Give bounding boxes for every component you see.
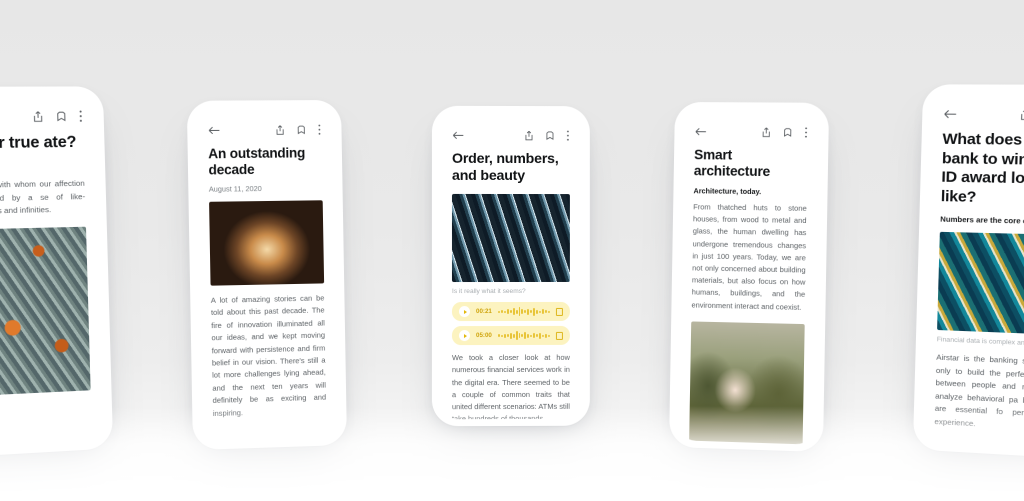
back-arrow-icon[interactable] [694,126,706,137]
bookmark-icon[interactable] [782,126,792,137]
article-byline: Team [0,159,84,170]
article-body: Airstar is the banking service not only … [934,352,1024,429]
more-vertical-icon[interactable] [317,123,321,135]
phone-mockup-stage: s your true ate? Team are those with who… [0,0,1024,501]
article-body: We took a closer look at how numerous fi… [451,352,570,420]
phone-5-toolbar [943,105,1024,124]
phone-mockup-5: What does the fir bank to win the ID awa… [912,84,1024,460]
phone-4-toolbar [694,122,808,141]
article-hero-image [0,226,91,397]
phone-5-screen: What does the fir bank to win the ID awa… [920,91,1024,452]
audio-timestamp: 05:00 [475,332,492,340]
download-button[interactable] [555,331,563,340]
share-icon[interactable] [275,124,285,135]
phone-mockup-2: An outstanding decade August 11, 2020 A … [186,99,348,451]
play-button[interactable] [458,330,470,342]
download-button[interactable] [555,307,563,316]
more-vertical-icon[interactable] [566,130,570,141]
article-hero-image [937,231,1024,336]
phone-3-toolbar [452,126,570,144]
phone-2-screen: An outstanding decade August 11, 2020 A … [194,107,340,443]
audio-player-2[interactable]: 05:00 [451,325,570,346]
share-icon[interactable] [761,126,771,137]
back-arrow-icon[interactable] [208,124,220,135]
article-title: Order, numbers, and beauty [451,150,559,185]
phone-1-screen: s your true ate? Team are those with who… [0,93,106,451]
play-button[interactable] [458,306,470,318]
article-title: s your true ate? [0,133,77,153]
article-title: Smart architecture [693,147,771,180]
article-hero-image [209,200,325,286]
bookmark-icon[interactable] [55,110,67,122]
phone-4-screen: Smart architecture Architecture, today. … [676,109,822,445]
article-kicker: Architecture, today. [693,186,762,197]
share-icon[interactable] [1019,108,1024,121]
waveform[interactable] [497,306,550,316]
audio-timestamp: 00:21 [475,308,492,316]
article-hero-image [451,193,570,283]
more-vertical-icon[interactable] [78,110,83,122]
article-kicker: Numbers are the core of financ [940,214,1024,226]
back-arrow-icon[interactable] [452,129,464,140]
bookmark-icon[interactable] [296,124,306,135]
phone-2-toolbar [208,120,322,139]
phone-mockup-3: Order, numbers, and beauty Is it really … [431,105,590,427]
more-vertical-icon[interactable] [804,126,808,138]
image-caption: Financial data is complex and inte [936,336,1024,348]
share-icon[interactable] [524,130,534,141]
article-title: What does the fir bank to win the ID awa… [940,130,1024,206]
article-body: A lot of amazing stories can be told abo… [210,293,327,418]
share-icon[interactable] [32,110,44,122]
article-body: From thatched huts to stone houses, from… [691,202,807,312]
article-byline: August 11, 2020 [208,183,262,194]
audio-player-1[interactable]: 00:21 [451,301,570,322]
article-body: are those with whom our affection are ma… [0,178,86,217]
image-caption: Is it really what it seems? [451,287,526,296]
phone-mockup-1: s your true ate? Team are those with who… [0,86,114,459]
phone-3-screen: Order, numbers, and beauty Is it really … [438,112,583,420]
article-hero-image [688,321,805,445]
phone-mockup-4: Smart architecture Architecture, today. … [668,101,830,453]
waveform[interactable] [497,330,550,340]
article-title: An outstanding decade [208,145,306,178]
bookmark-icon[interactable] [545,130,555,141]
back-arrow-icon[interactable] [943,108,957,120]
phone-1-toolbar [0,107,83,127]
